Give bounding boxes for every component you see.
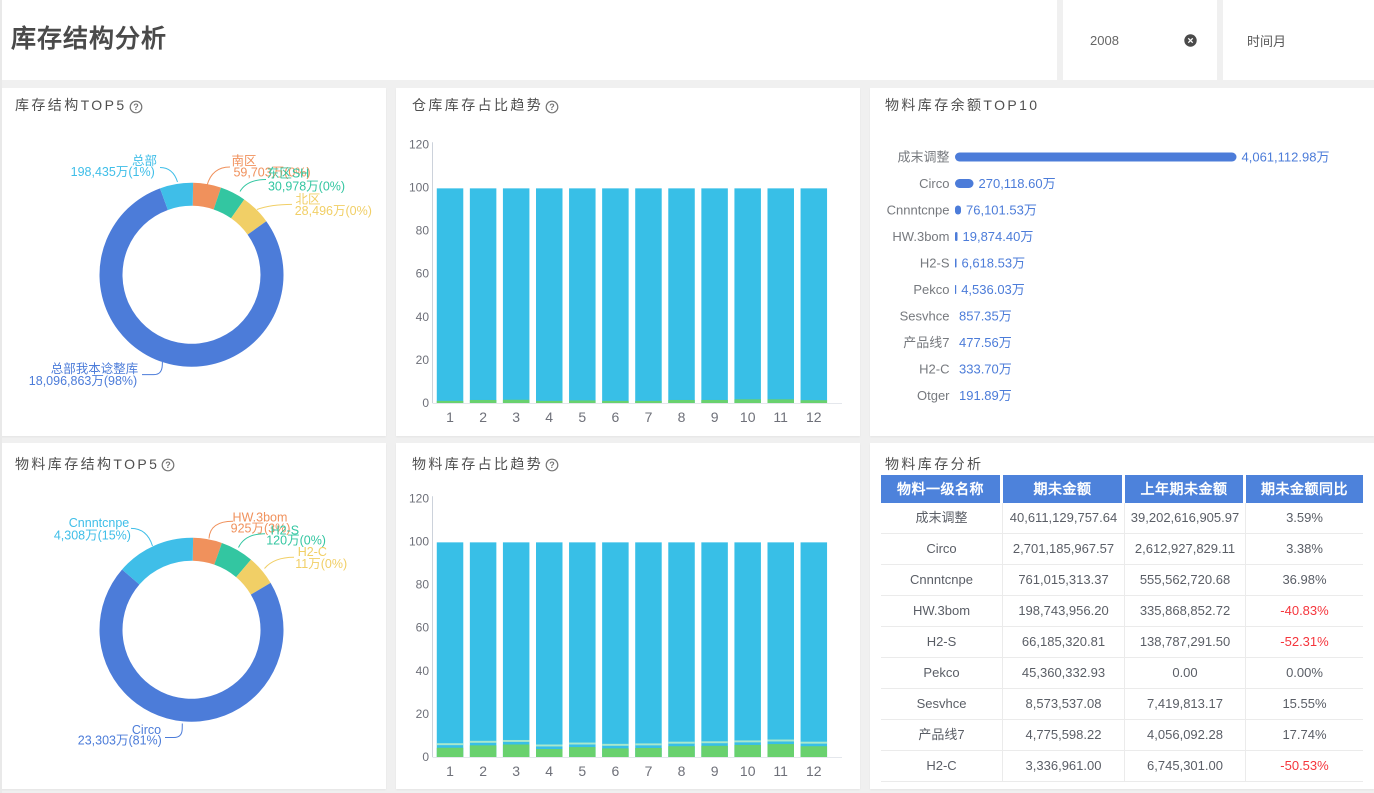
svg-text:18,096,863万(98%): 18,096,863万(98%) — [29, 374, 137, 388]
svg-text:270,118.60万: 270,118.60万 — [979, 176, 1056, 191]
svg-text:120: 120 — [409, 491, 429, 505]
svg-text:80: 80 — [416, 578, 430, 592]
svg-text:12: 12 — [806, 409, 822, 425]
svg-text:1: 1 — [446, 409, 454, 425]
svg-text:10: 10 — [740, 763, 756, 779]
svg-text:H2-S: H2-S — [920, 256, 950, 271]
svg-text:23,303万(81%): 23,303万(81%) — [78, 734, 162, 748]
svg-text:0: 0 — [422, 396, 429, 410]
svg-text:Cnnntcnpe: Cnnntcnpe — [887, 203, 950, 218]
svg-text:12: 12 — [806, 763, 822, 779]
svg-text:11万(0%): 11万(0%) — [295, 557, 347, 571]
svg-text:Circo: Circo — [919, 176, 949, 191]
svg-text:4,061,112.98万: 4,061,112.98万 — [1242, 150, 1330, 165]
svg-text:9: 9 — [711, 409, 719, 425]
svg-text:30,978万(0%): 30,978万(0%) — [268, 180, 345, 194]
svg-text:198,435万(1%): 198,435万(1%) — [71, 165, 155, 179]
svg-text:4: 4 — [545, 763, 553, 779]
svg-text:6: 6 — [612, 409, 620, 425]
svg-text:4: 4 — [545, 409, 553, 425]
svg-text:成末调整: 成末调整 — [897, 150, 949, 165]
svg-text:11: 11 — [773, 409, 788, 425]
svg-text:3: 3 — [512, 409, 520, 425]
svg-text:60: 60 — [416, 267, 430, 281]
svg-text:2: 2 — [479, 763, 487, 779]
svg-text:H2-C: H2-C — [919, 362, 949, 377]
svg-text:100: 100 — [409, 181, 429, 195]
svg-text:40: 40 — [416, 664, 430, 678]
svg-text:产品线7: 产品线7 — [903, 335, 949, 350]
svg-text:10: 10 — [740, 409, 756, 425]
svg-text:120: 120 — [409, 137, 429, 151]
svg-text:76,101.53万: 76,101.53万 — [966, 203, 1037, 218]
svg-text:0: 0 — [422, 750, 429, 764]
svg-text:20: 20 — [416, 353, 430, 367]
svg-text:20: 20 — [416, 707, 430, 721]
svg-text:2: 2 — [479, 409, 487, 425]
svg-text:5: 5 — [578, 409, 586, 425]
svg-text:9: 9 — [711, 763, 719, 779]
svg-text:80: 80 — [416, 224, 430, 238]
svg-text:8: 8 — [678, 409, 686, 425]
svg-text:8: 8 — [678, 763, 686, 779]
svg-text:4,536.03万: 4,536.03万 — [961, 282, 1025, 297]
svg-text:Pekco: Pekco — [913, 282, 949, 297]
svg-text:477.56万: 477.56万 — [959, 335, 1012, 350]
svg-text:HW.3bom: HW.3bom — [892, 229, 949, 244]
svg-text:Otger: Otger — [917, 388, 950, 403]
svg-text:6,618.53万: 6,618.53万 — [962, 256, 1026, 271]
svg-text:333.70万: 333.70万 — [959, 362, 1012, 377]
svg-text:857.35万: 857.35万 — [959, 309, 1012, 324]
svg-text:4,308万(15%): 4,308万(15%) — [54, 529, 131, 543]
svg-text:28,496万(0%): 28,496万(0%) — [295, 204, 372, 218]
svg-text:191.89万: 191.89万 — [959, 388, 1012, 403]
svg-text:11: 11 — [773, 763, 788, 779]
svg-text:19,874.40万: 19,874.40万 — [963, 229, 1034, 244]
svg-text:Sesvhce: Sesvhce — [900, 309, 950, 324]
svg-text:40: 40 — [416, 310, 430, 324]
svg-text:5: 5 — [578, 763, 586, 779]
svg-text:1: 1 — [446, 763, 454, 779]
svg-text:6: 6 — [612, 763, 620, 779]
svg-text:7: 7 — [645, 409, 653, 425]
svg-text:60: 60 — [416, 621, 430, 635]
svg-text:3: 3 — [512, 763, 520, 779]
svg-text:7: 7 — [645, 763, 653, 779]
svg-text:东区SH: 东区SH — [267, 167, 309, 181]
svg-text:100: 100 — [409, 535, 429, 549]
